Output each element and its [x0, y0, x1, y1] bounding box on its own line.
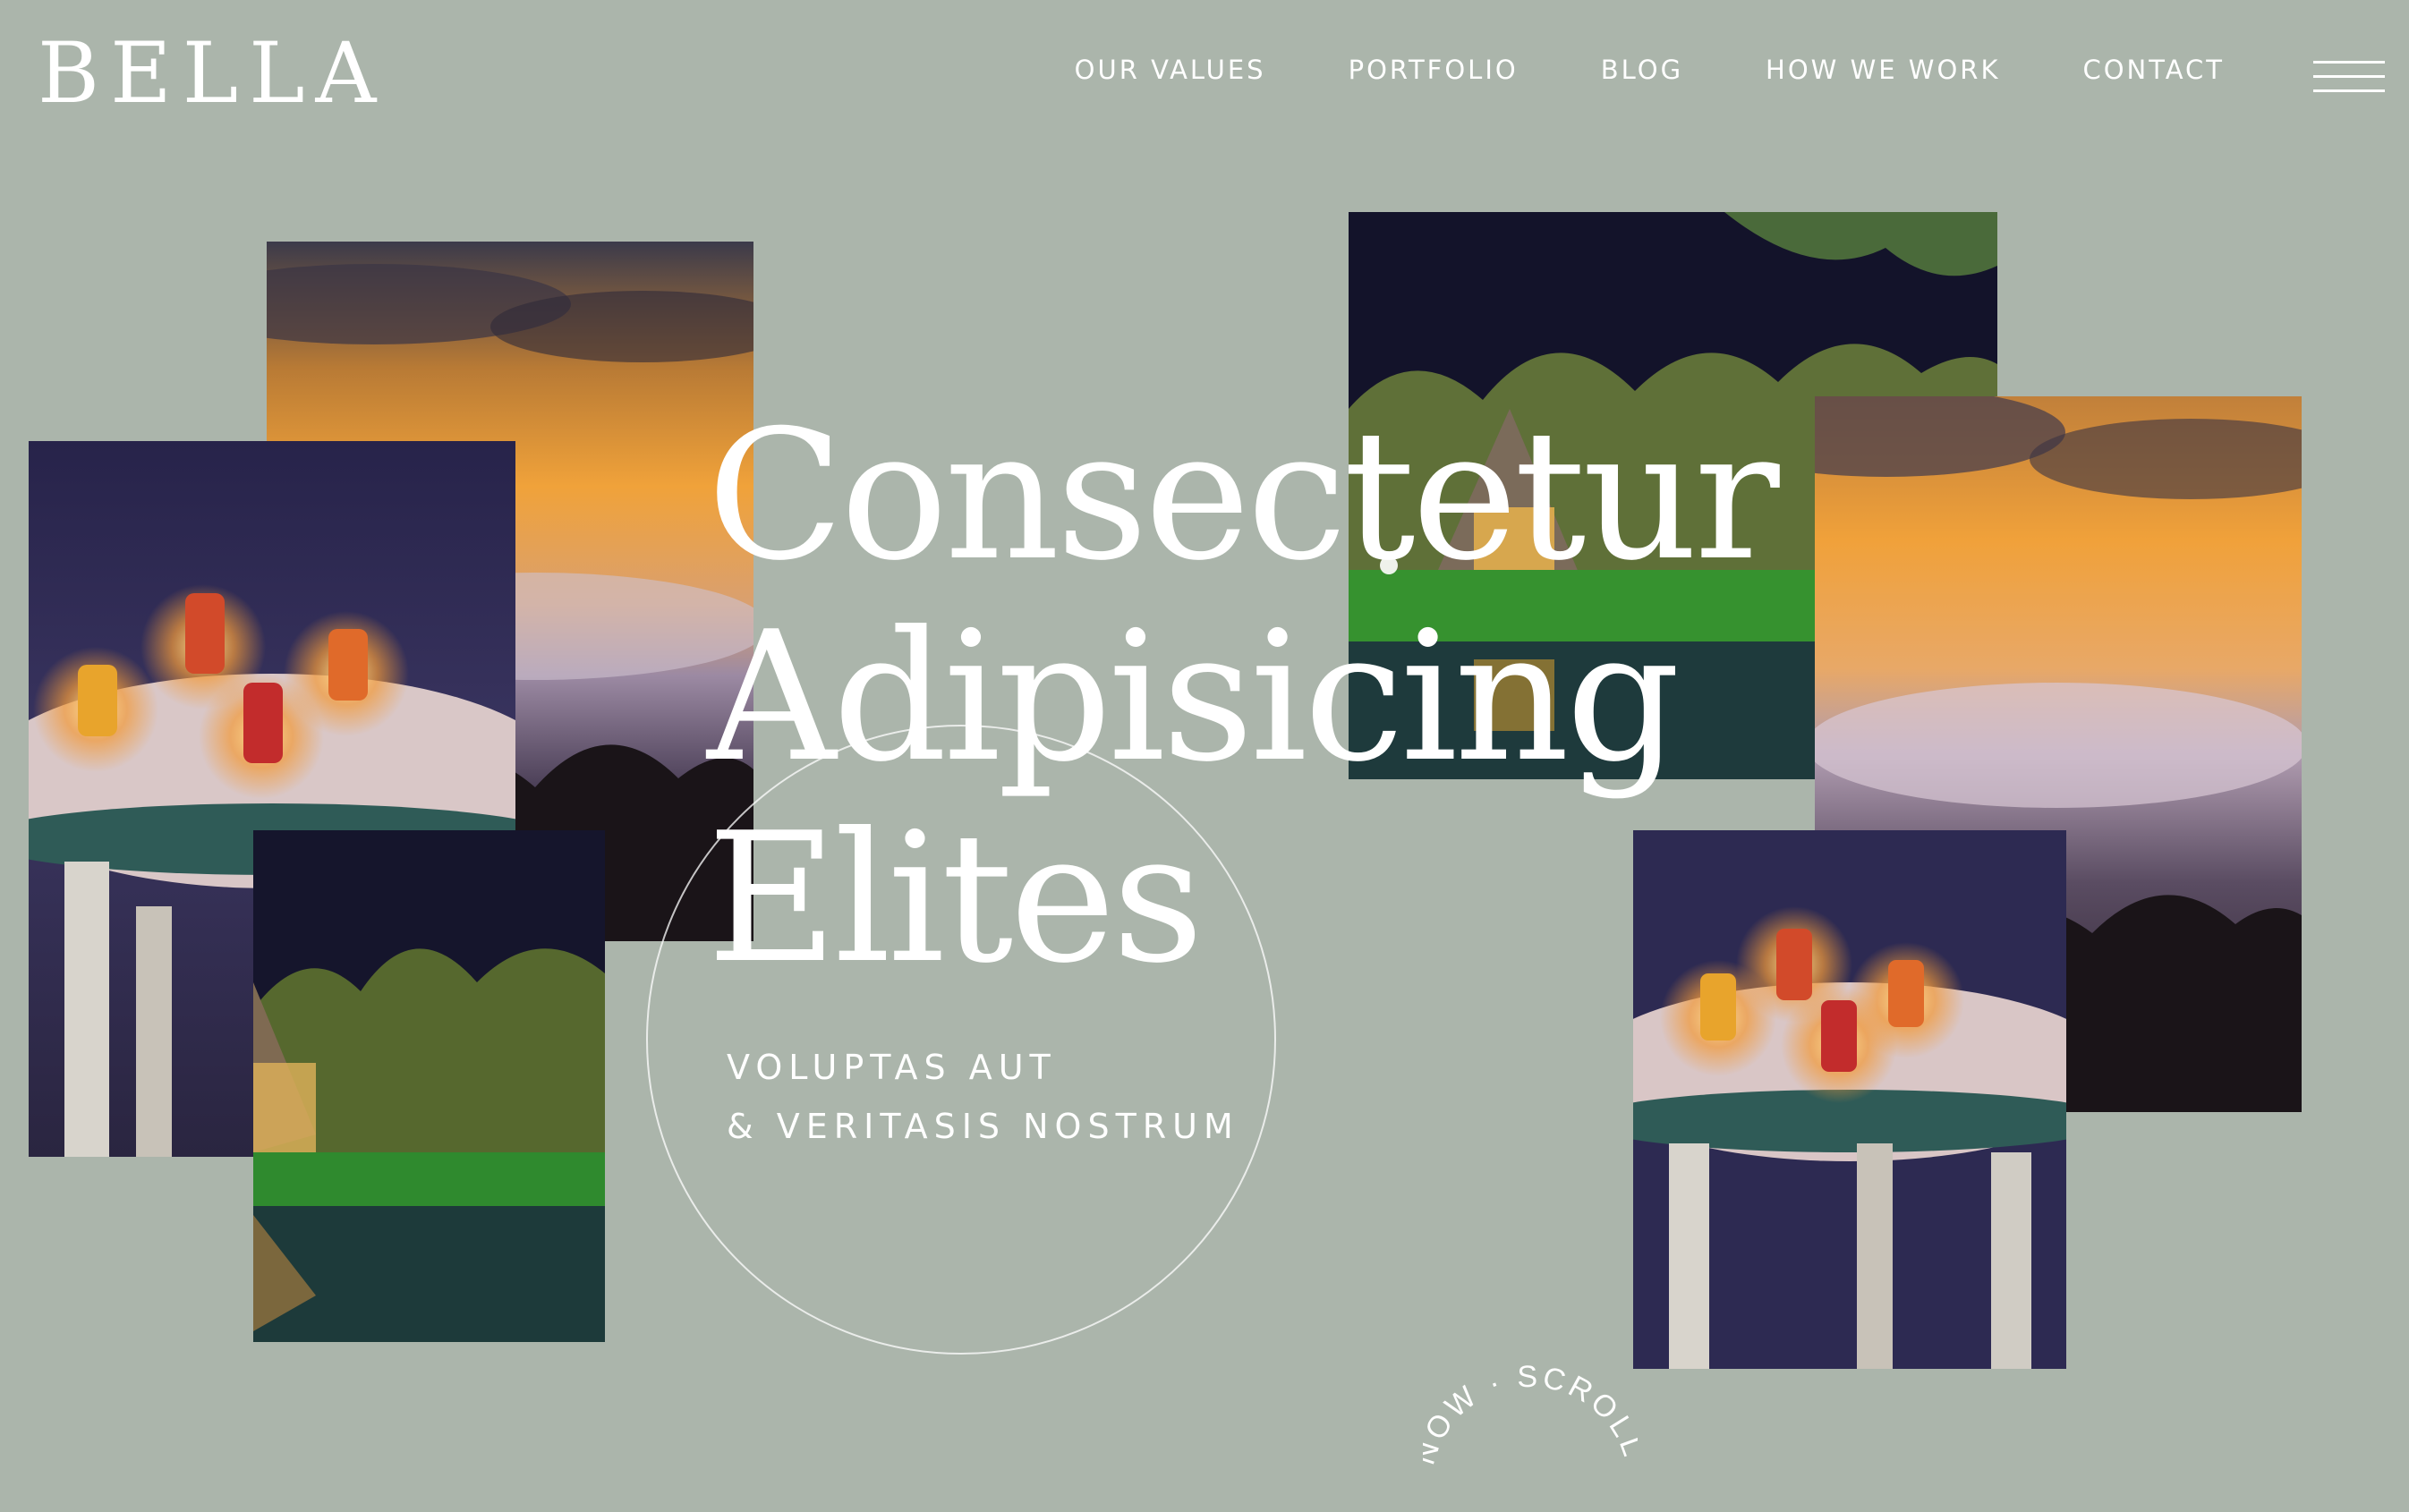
hero-title-line-1: Consectetur [707, 392, 1780, 600]
nav-item-how-we-work[interactable]: HOW WE WORK [1766, 57, 2000, 83]
nav-item-blog[interactable]: BLOG [1601, 57, 1683, 83]
hero-title-line-3: Elites [707, 794, 1204, 1003]
nav-item-contact[interactable]: CONTACT [2082, 57, 2225, 83]
scroll-badge-text: NOW · SCROLL [1423, 1360, 1638, 1469]
hamburger-menu-icon[interactable] [2313, 61, 2385, 93]
nav-item-portfolio[interactable]: PORTFOLIO [1349, 57, 1519, 83]
hero-title-line-2: Adipisicing [707, 593, 1681, 802]
hero-subtitle: VOLUPTAS AUT & VERITASIS NOSTRUM [727, 1038, 1239, 1156]
hero-subtitle-line-2: & VERITASIS NOSTRUM [727, 1107, 1239, 1146]
brand-logo[interactable]: BELLA [38, 32, 387, 116]
scroll-badge[interactable]: NOW · SCROLL [1423, 1333, 1638, 1512]
hero-title: Consectetur Adipisicing Elites [707, 392, 1780, 1003]
nav-item-our-values[interactable]: OUR VALUES [1075, 57, 1266, 83]
cabin-photo-left [253, 830, 605, 1342]
hero-subtitle-line-1: VOLUPTAS AUT [727, 1048, 1057, 1087]
main-nav: OUR VALUES PORTFOLIO BLOG HOW WE WORK CO… [1075, 57, 2225, 83]
svg-text:NOW · SCROLL: NOW · SCROLL [1423, 1360, 1638, 1469]
